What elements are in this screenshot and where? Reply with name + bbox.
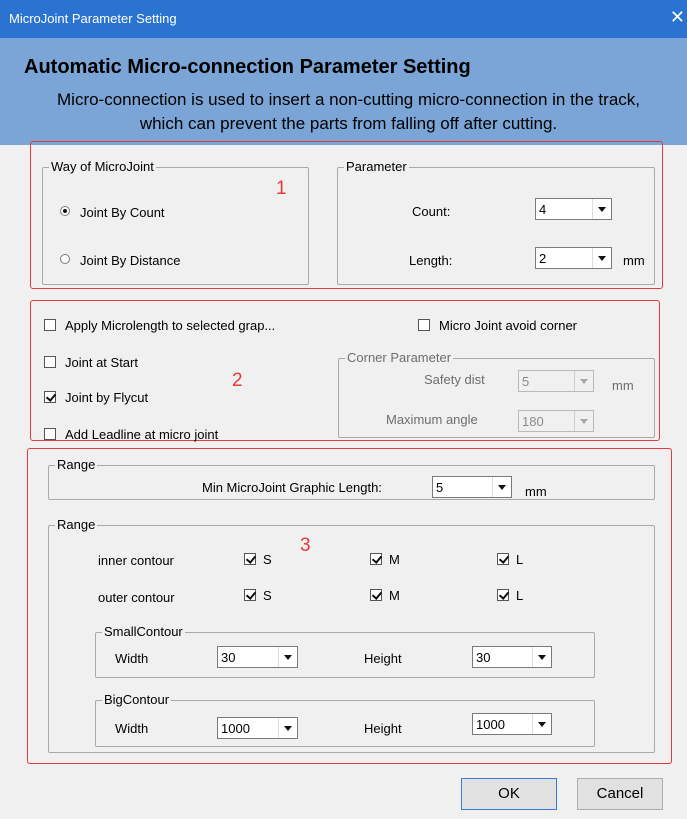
safety-dist-value: 5: [522, 374, 530, 389]
min-length-combo[interactable]: 5: [432, 476, 512, 498]
count-label: Count:: [412, 204, 451, 219]
min-length-value: 5: [436, 480, 444, 495]
big-width-combo[interactable]: 1000: [217, 717, 298, 739]
small-width-combo[interactable]: 30: [217, 646, 298, 668]
safety-dist-label: Safety dist: [424, 372, 485, 387]
chevron-down-icon[interactable]: [278, 718, 297, 738]
big-width-value: 1000: [221, 721, 250, 736]
inner-l-label[interactable]: L: [516, 552, 523, 567]
apply-microlength-checkbox[interactable]: [44, 319, 56, 331]
length-unit: mm: [623, 253, 645, 268]
corner-parameter-legend: Corner Parameter: [347, 350, 452, 365]
outer-s-checkbox[interactable]: [244, 589, 256, 601]
big-height-combo[interactable]: 1000: [472, 713, 552, 735]
count-value: 4: [539, 202, 547, 217]
min-length-unit: mm: [525, 484, 547, 499]
big-height-label: Height: [364, 721, 402, 736]
length-combo[interactable]: 2: [535, 247, 612, 269]
small-height-label: Height: [364, 651, 402, 666]
header-title: Automatic Micro-connection Parameter Set…: [24, 56, 471, 78]
maximum-angle-value: 180: [522, 414, 544, 429]
outer-l-checkbox[interactable]: [497, 589, 509, 601]
window-title: MicroJoint Parameter Setting: [9, 11, 177, 26]
big-contour-legend: BigContour: [104, 692, 170, 707]
joint-by-flycut-checkbox[interactable]: [44, 391, 56, 403]
annotation-number-2: 2: [232, 370, 243, 391]
safety-dist-combo[interactable]: 5: [518, 370, 594, 392]
big-width-label: Width: [115, 721, 149, 736]
small-contour-legend: SmallContour: [104, 624, 183, 639]
chevron-down-icon[interactable]: [574, 371, 593, 391]
outer-m-label[interactable]: M: [389, 588, 400, 603]
inner-m-label[interactable]: M: [389, 552, 400, 567]
small-width-value: 30: [221, 650, 236, 665]
joint-by-flycut-label[interactable]: Joint by Flycut: [65, 390, 148, 405]
add-leadline-checkbox[interactable]: [44, 428, 56, 440]
joint-by-distance-label[interactable]: Joint By Distance: [80, 253, 180, 268]
length-label: Length:: [409, 253, 453, 268]
inner-m-checkbox[interactable]: [370, 553, 382, 565]
chevron-down-icon[interactable]: [592, 248, 611, 268]
outer-s-label[interactable]: S: [263, 588, 272, 603]
apply-microlength-label[interactable]: Apply Microlength to selected grap...: [65, 318, 275, 333]
joint-by-distance-radio[interactable]: [60, 254, 70, 264]
outer-l-label[interactable]: L: [516, 588, 523, 603]
joint-at-start-label[interactable]: Joint at Start: [65, 355, 138, 370]
big-height-value: 1000: [476, 717, 505, 732]
joint-at-start-checkbox[interactable]: [44, 356, 56, 368]
inner-s-checkbox[interactable]: [244, 553, 256, 565]
chevron-down-icon[interactable]: [278, 647, 297, 667]
avoid-corner-checkbox[interactable]: [418, 319, 430, 331]
range-main-legend: Range: [57, 517, 96, 532]
ok-button[interactable]: OK: [461, 778, 557, 810]
small-height-value: 30: [476, 650, 491, 665]
cancel-button[interactable]: Cancel: [577, 778, 663, 810]
inner-contour-label: inner contour: [98, 553, 174, 568]
chevron-down-icon[interactable]: [492, 477, 511, 497]
outer-contour-label: outer contour: [98, 590, 175, 605]
close-icon[interactable]: ✕: [670, 7, 685, 27]
add-leadline-label[interactable]: Add Leadline at micro joint: [65, 427, 218, 442]
joint-by-count-label[interactable]: Joint By Count: [80, 205, 165, 220]
joint-by-count-radio[interactable]: [60, 206, 70, 216]
title-bar: MicroJoint Parameter Setting ✕: [0, 0, 687, 38]
count-combo[interactable]: 4: [535, 198, 612, 220]
small-height-combo[interactable]: 30: [472, 646, 552, 668]
avoid-corner-label[interactable]: Micro Joint avoid corner: [439, 318, 577, 333]
maximum-angle-label: Maximum angle: [386, 412, 478, 427]
inner-s-label[interactable]: S: [263, 552, 272, 567]
way-of-microjoint-legend: Way of MicroJoint: [51, 159, 154, 174]
maximum-angle-combo[interactable]: 180: [518, 410, 594, 432]
dialog-header: Automatic Micro-connection Parameter Set…: [0, 38, 687, 145]
chevron-down-icon[interactable]: [532, 714, 551, 734]
min-length-label: Min MicroJoint Graphic Length:: [202, 480, 382, 495]
parameter-legend: Parameter: [346, 159, 407, 174]
safety-dist-unit: mm: [612, 378, 634, 393]
chevron-down-icon[interactable]: [574, 411, 593, 431]
header-description: Micro-connection is used to insert a non…: [57, 90, 640, 133]
length-value: 2: [539, 251, 547, 266]
outer-m-checkbox[interactable]: [370, 589, 382, 601]
range-top-legend: Range: [57, 457, 96, 472]
small-width-label: Width: [115, 651, 149, 666]
inner-l-checkbox[interactable]: [497, 553, 509, 565]
chevron-down-icon[interactable]: [592, 199, 611, 219]
chevron-down-icon[interactable]: [532, 647, 551, 667]
